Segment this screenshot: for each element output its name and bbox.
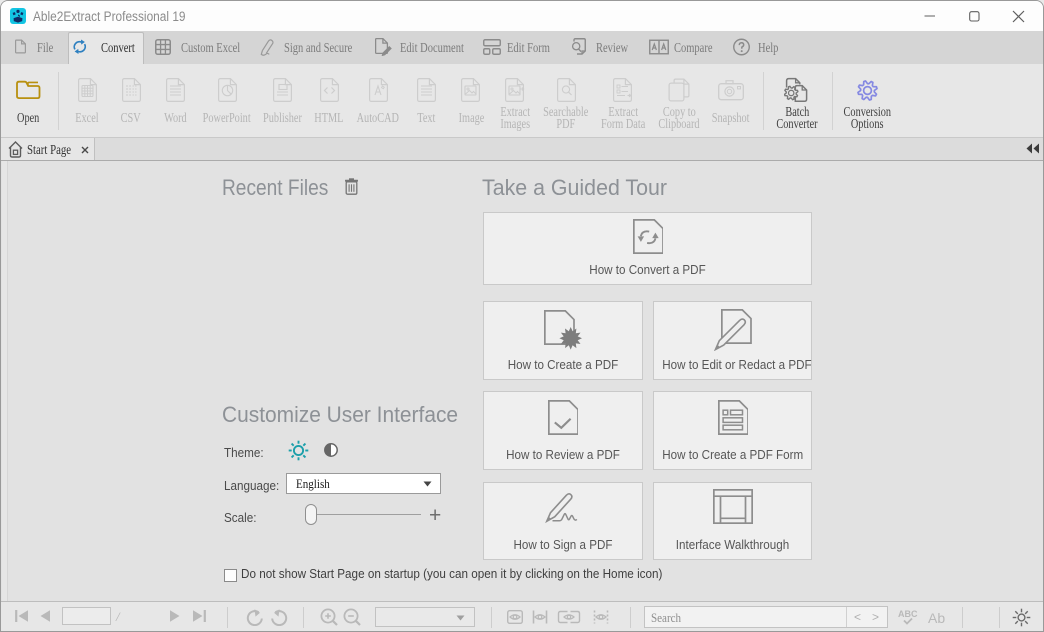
- svg-text:Ab: Ab: [928, 610, 945, 626]
- svg-text:ABC: ABC: [898, 609, 918, 619]
